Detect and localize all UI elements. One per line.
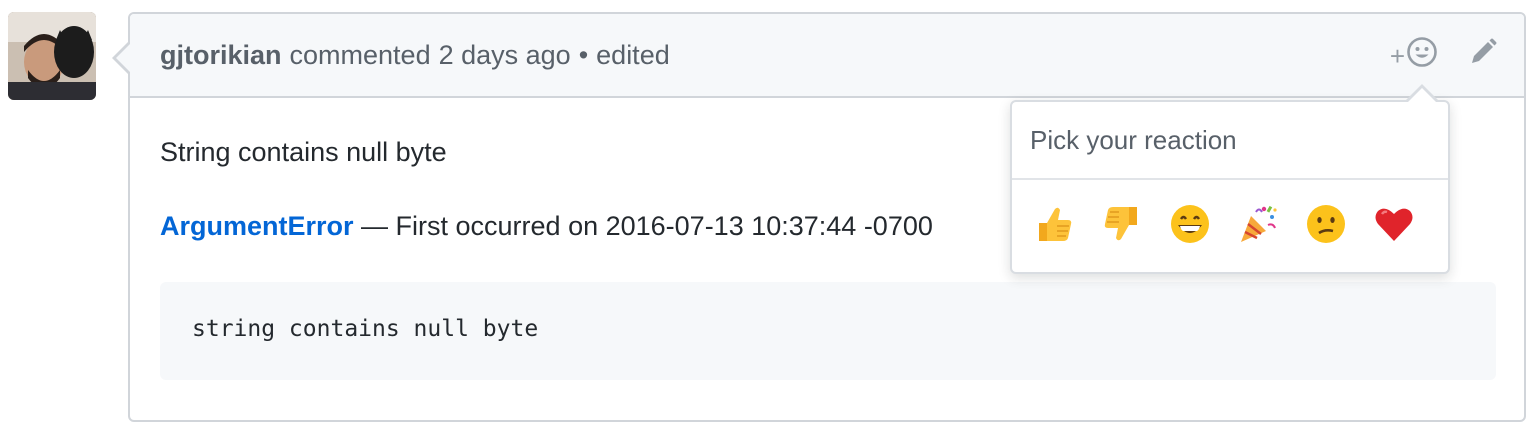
avatar[interactable] (8, 12, 96, 100)
thumbs-down-icon (1101, 203, 1143, 250)
reaction-laugh-button[interactable] (1168, 204, 1212, 248)
reaction-options (1012, 180, 1448, 272)
plus-icon: + (1389, 40, 1405, 71)
argument-error-link[interactable]: ArgumentError (160, 211, 354, 241)
pencil-icon (1468, 37, 1498, 74)
reaction-heart-button[interactable] (1372, 204, 1416, 248)
party-popper-icon (1237, 203, 1279, 250)
edited-indicator[interactable]: edited (596, 40, 670, 71)
smiley-icon (1406, 36, 1438, 75)
author-link[interactable]: gjtorikian (160, 40, 282, 71)
add-reaction-button[interactable]: + (1390, 36, 1438, 75)
reaction-hooray-button[interactable] (1236, 204, 1280, 248)
thumbs-up-icon (1033, 203, 1075, 250)
edit-comment-button[interactable] (1468, 37, 1498, 74)
separator-bullet: • (578, 39, 589, 70)
confused-face-icon (1305, 203, 1347, 250)
header-actions: + (1390, 36, 1498, 75)
grinning-face-icon (1169, 203, 1211, 250)
reaction-picker-title: Pick your reaction (1012, 102, 1448, 180)
comment-action: commented (289, 39, 431, 70)
reaction-picker-popover: Pick your reaction (1010, 84, 1450, 274)
comment-timestamp[interactable]: 2 days ago (439, 40, 571, 71)
error-occurrence-text: — First occurred on 2016-07-13 10:37:44 … (353, 211, 933, 241)
code-block: string contains null byte (160, 282, 1496, 380)
reaction-thumbs-up-button[interactable] (1032, 204, 1076, 248)
reaction-thumbs-down-button[interactable] (1100, 204, 1144, 248)
comment-header: gjtorikian commented 2 days ago • edited… (130, 14, 1524, 98)
reaction-confused-button[interactable] (1304, 204, 1348, 248)
heart-icon (1373, 203, 1415, 250)
